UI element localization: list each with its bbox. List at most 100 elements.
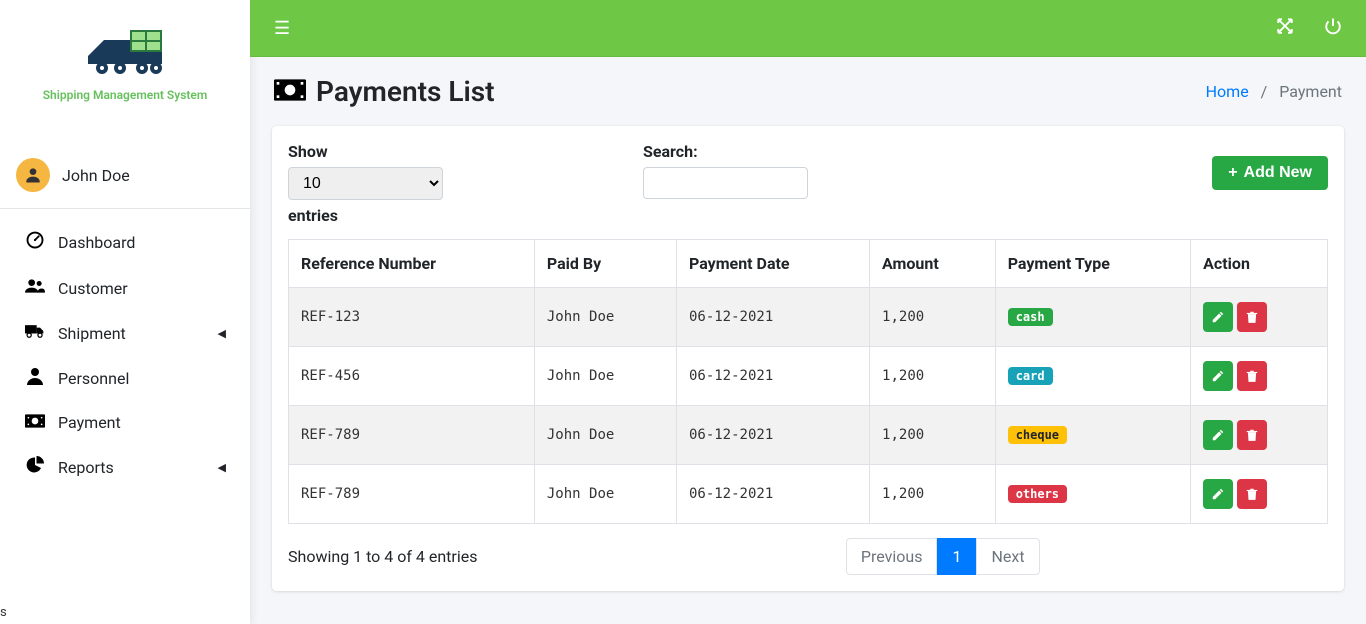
- th-action[interactable]: Action: [1191, 240, 1328, 288]
- table-row: REF-789John Doe06-12-20211,200 cheque: [289, 406, 1328, 465]
- th-ref[interactable]: Reference Number: [289, 240, 535, 288]
- add-new-button[interactable]: + Add New: [1212, 156, 1328, 190]
- user-name: John Doe: [62, 166, 130, 185]
- app-name: Shipping Management System: [16, 88, 234, 102]
- page-title: Payments List: [274, 75, 495, 108]
- edit-button[interactable]: [1203, 302, 1233, 332]
- type-badge: cheque: [1008, 426, 1067, 444]
- user-panel: John Doe: [0, 142, 250, 209]
- cell-date: 06-12-2021: [676, 406, 869, 465]
- user-icon: [24, 367, 46, 389]
- search-label: Search:: [643, 142, 808, 161]
- sidebar-item-shipment[interactable]: Shipment ◀: [0, 311, 250, 355]
- cell-amount: 1,200: [870, 406, 996, 465]
- data-toolbar: Show 10 entries Search: + Add New: [288, 142, 1328, 225]
- avatar: [16, 158, 50, 192]
- sidebar-item-reports[interactable]: Reports ◀: [0, 444, 250, 490]
- chart-icon: [24, 456, 46, 478]
- table-info: Showing 1 to 4 of 4 entries: [288, 547, 477, 566]
- page-prev[interactable]: Previous: [846, 538, 938, 575]
- cell-action: [1191, 347, 1328, 406]
- delete-button[interactable]: [1237, 479, 1267, 509]
- table-header-row: Reference Number Paid By Payment Date Am…: [289, 240, 1328, 288]
- breadcrumb: Home / Payment: [1206, 82, 1342, 101]
- cell-type: cash: [995, 288, 1190, 347]
- sidebar-item-label: Customer: [58, 279, 128, 298]
- sidebar-item-label: Payment: [58, 413, 121, 432]
- sidebar-item-payment[interactable]: Payment: [0, 401, 250, 444]
- truck-icon: [24, 323, 46, 343]
- table-footer: Showing 1 to 4 of 4 entries Previous 1 N…: [288, 538, 1328, 575]
- edit-button[interactable]: [1203, 479, 1233, 509]
- entries-label: entries: [288, 206, 443, 225]
- cell-amount: 1,200: [870, 465, 996, 524]
- cell-ref: REF-123: [289, 288, 535, 347]
- stray-char: s: [0, 605, 7, 620]
- sidebar: Shipping Management System John Doe Dash…: [0, 0, 250, 624]
- cell-ref: REF-789: [289, 406, 535, 465]
- sidebar-item-personnel[interactable]: Personnel: [0, 355, 250, 401]
- breadcrumb-current: Payment: [1279, 82, 1342, 101]
- cell-type: card: [995, 347, 1190, 406]
- page-1[interactable]: 1: [937, 538, 976, 575]
- content-header: Payments List Home / Payment: [250, 57, 1366, 120]
- power-icon[interactable]: [1324, 17, 1342, 40]
- th-amount[interactable]: Amount: [870, 240, 996, 288]
- delete-button[interactable]: [1237, 420, 1267, 450]
- sidebar-item-label: Reports: [58, 458, 114, 477]
- bill-icon: [274, 75, 306, 108]
- cell-date: 06-12-2021: [676, 465, 869, 524]
- cell-action: [1191, 288, 1328, 347]
- search-control: Search:: [643, 142, 808, 199]
- sidebar-item-customer[interactable]: Customer: [0, 265, 250, 311]
- chevron-left-icon: ◀: [218, 461, 226, 474]
- search-input[interactable]: [643, 167, 808, 199]
- length-control: Show 10 entries: [288, 142, 443, 225]
- nav-list: Dashboard Customer Shipment ◀ Personnel …: [0, 209, 250, 500]
- th-type[interactable]: Payment Type: [995, 240, 1190, 288]
- cell-action: [1191, 406, 1328, 465]
- page-next[interactable]: Next: [976, 538, 1039, 575]
- table-row: REF-123John Doe06-12-20211,200cash: [289, 288, 1328, 347]
- th-date[interactable]: Payment Date: [676, 240, 869, 288]
- main: ☰ Payments List Home / Payment Show: [250, 0, 1366, 624]
- users-icon: [24, 277, 46, 299]
- length-select[interactable]: 10: [288, 167, 443, 200]
- edit-button[interactable]: [1203, 420, 1233, 450]
- cell-date: 06-12-2021: [676, 347, 869, 406]
- sidebar-item-label: Personnel: [58, 369, 129, 388]
- logo-icon: [80, 20, 170, 80]
- type-badge: card: [1008, 367, 1053, 385]
- fullscreen-icon[interactable]: [1276, 17, 1294, 40]
- menu-toggle-icon[interactable]: ☰: [274, 18, 290, 39]
- topbar: ☰: [250, 0, 1366, 57]
- plus-icon: +: [1228, 164, 1237, 182]
- table-row: REF-789John Doe06-12-20211,200 others: [289, 465, 1328, 524]
- breadcrumb-sep: /: [1261, 82, 1268, 101]
- breadcrumb-home[interactable]: Home: [1206, 82, 1249, 101]
- sidebar-item-label: Dashboard: [58, 233, 135, 252]
- cell-ref: REF-789: [289, 465, 535, 524]
- cell-paidby: John Doe: [534, 406, 676, 465]
- logo-area: Shipping Management System: [0, 0, 250, 112]
- cell-paidby: John Doe: [534, 288, 676, 347]
- cell-type: others: [995, 465, 1190, 524]
- delete-button[interactable]: [1237, 302, 1267, 332]
- sidebar-item-dashboard[interactable]: Dashboard: [0, 219, 250, 265]
- cell-date: 06-12-2021: [676, 288, 869, 347]
- cell-amount: 1,200: [870, 347, 996, 406]
- chevron-left-icon: ◀: [218, 327, 226, 340]
- money-icon: [24, 413, 46, 432]
- cell-paidby: John Doe: [534, 465, 676, 524]
- show-label: Show: [288, 142, 443, 161]
- cell-amount: 1,200: [870, 288, 996, 347]
- type-badge: others: [1008, 485, 1067, 503]
- edit-button[interactable]: [1203, 361, 1233, 391]
- payments-table: Reference Number Paid By Payment Date Am…: [288, 239, 1328, 524]
- data-card: Show 10 entries Search: + Add New: [272, 126, 1344, 591]
- delete-button[interactable]: [1237, 361, 1267, 391]
- pagination: Previous 1 Next: [846, 538, 1040, 575]
- cell-type: cheque: [995, 406, 1190, 465]
- th-paidby[interactable]: Paid By: [534, 240, 676, 288]
- dashboard-icon: [24, 231, 46, 253]
